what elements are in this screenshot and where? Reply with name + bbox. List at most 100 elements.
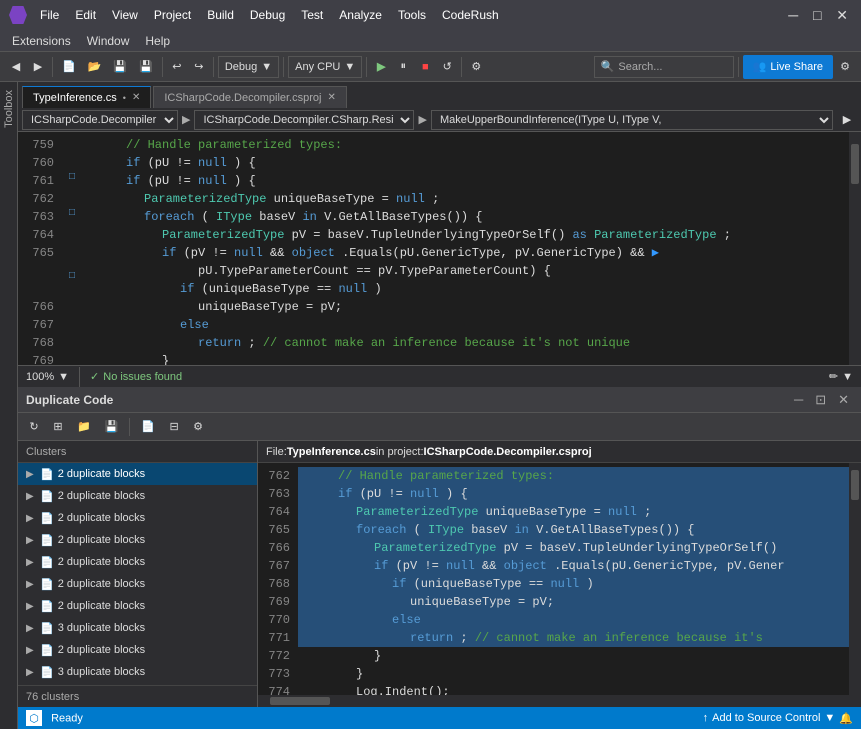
search-box[interactable]: 🔍 Search... xyxy=(594,56,734,78)
add-source-control-label[interactable]: Add to Source Control xyxy=(712,712,820,724)
preview-scrollbar-thumb[interactable] xyxy=(851,470,859,500)
scrollbar-thumb[interactable] xyxy=(851,144,859,184)
preview-scrollbar[interactable] xyxy=(849,463,861,695)
live-share-button[interactable]: 👥 Live Share xyxy=(743,55,833,79)
menu-extensions[interactable]: Extensions xyxy=(4,32,79,50)
cluster-item-1[interactable]: ▶ 📄 2 duplicate blocks xyxy=(18,485,257,507)
clusters-panel: Clusters ▶ 📄 2 duplicate blocks ▶ 📄 xyxy=(18,441,258,707)
new-file-btn[interactable]: 📄 xyxy=(57,56,81,78)
menu-edit[interactable]: Edit xyxy=(67,6,104,24)
tab-typeinference-close[interactable]: ✕ xyxy=(132,92,140,103)
toolbar-sep-1 xyxy=(52,57,53,77)
cluster-item-7[interactable]: ▶ 📄 3 duplicate blocks xyxy=(18,617,257,639)
cluster-item-2[interactable]: ▶ 📄 2 duplicate blocks xyxy=(18,507,257,529)
panel-doc-btn[interactable]: 📄 xyxy=(136,416,160,438)
panel-settings-btn[interactable]: ⚙ xyxy=(188,416,208,438)
maximize-btn[interactable]: □ xyxy=(807,4,827,26)
dropdown-icon: ▼ xyxy=(842,371,853,383)
live-share-icon: 👥 xyxy=(753,60,767,73)
panel-view-btn[interactable]: ⊞ xyxy=(48,416,68,438)
bell-icon: 🔔 xyxy=(839,712,853,725)
debug-mode-dropdown[interactable]: Debug ▼ xyxy=(218,56,279,78)
redo-btn[interactable]: ↪ xyxy=(189,56,209,78)
preview-line-773: } xyxy=(298,665,849,683)
cluster-arrow-3: ▶ xyxy=(26,535,36,546)
cluster-label-0: 2 duplicate blocks xyxy=(58,468,145,480)
preview-hscrollbar-thumb[interactable] xyxy=(270,697,330,705)
cluster-item-8[interactable]: ▶ 📄 2 duplicate blocks xyxy=(18,639,257,661)
menu-debug[interactable]: Debug xyxy=(242,6,293,24)
save-all-btn[interactable]: 💾 xyxy=(134,56,158,78)
cluster-item-6[interactable]: ▶ 📄 2 duplicate blocks xyxy=(18,595,257,617)
menu-coderush[interactable]: CodeRush xyxy=(434,6,507,24)
clusters-list[interactable]: ▶ 📄 2 duplicate blocks ▶ 📄 2 duplicate b… xyxy=(18,463,257,685)
scroll-right-btn[interactable]: ▶ xyxy=(837,109,857,131)
clusters-count: 76 clusters xyxy=(26,691,79,703)
restart-btn[interactable]: ↺ xyxy=(437,56,457,78)
toolbox-label: Toolbox xyxy=(3,90,15,128)
gutter-765 xyxy=(62,244,82,262)
menu-project[interactable]: Project xyxy=(146,6,199,24)
panel-float-btn[interactable]: ⊡ xyxy=(811,390,830,410)
gutter-759 xyxy=(62,136,82,154)
ln-768: 768 xyxy=(18,334,54,352)
menu-view[interactable]: View xyxy=(104,6,146,24)
menu-analyze[interactable]: Analyze xyxy=(331,6,390,24)
pause-btn[interactable]: ⏸ xyxy=(393,56,413,78)
stop-btn[interactable]: ■ xyxy=(415,56,435,78)
namespace-selector[interactable]: ICSharpCode.Decompiler xyxy=(22,110,178,130)
preview-hscrollbar[interactable] xyxy=(258,695,861,707)
panel-refresh-btn[interactable]: ↻ xyxy=(24,416,44,438)
menu-file[interactable]: File xyxy=(32,6,67,24)
settings-btn[interactable]: ⚙ xyxy=(835,56,855,78)
gutter-763: □ xyxy=(62,208,82,226)
menu-help[interactable]: Help xyxy=(137,32,178,50)
toolbar-sep-6 xyxy=(461,57,462,77)
cluster-item-5[interactable]: ▶ 📄 2 duplicate blocks xyxy=(18,573,257,595)
panel-split-btn[interactable]: ⊟ xyxy=(164,416,184,438)
forward-btn[interactable]: ▶ xyxy=(28,56,48,78)
editor-inner: 759 760 761 762 763 764 765 766 767 768 … xyxy=(18,132,861,365)
toolbar-sep-7 xyxy=(738,57,739,77)
pln-771: 771 xyxy=(262,629,290,647)
panel-folder-btn[interactable]: 📁 xyxy=(72,416,96,438)
panel-pin-btn[interactable]: ─ xyxy=(790,390,807,409)
menu-tools[interactable]: Tools xyxy=(390,6,434,24)
back-btn[interactable]: ◀ xyxy=(6,56,26,78)
type-selector[interactable]: ICSharpCode.Decompiler.CSharp.Resi xyxy=(194,110,414,130)
ln-769: 769 xyxy=(18,352,54,365)
cluster-item-4[interactable]: ▶ 📄 2 duplicate blocks xyxy=(18,551,257,573)
editor-scrollbar[interactable] xyxy=(849,132,861,365)
ln-760: 760 xyxy=(18,154,54,172)
zoom-indicator[interactable]: 100% ▼ xyxy=(26,371,69,383)
editor-status-bar: 100% ▼ ✓ No issues found ✏ ▼ xyxy=(18,365,861,387)
platform-dropdown[interactable]: Any CPU ▼ xyxy=(288,56,362,78)
cluster-item-3[interactable]: ▶ 📄 2 duplicate blocks xyxy=(18,529,257,551)
cluster-arrow-2: ▶ xyxy=(26,513,36,524)
line-numbers: 759 760 761 762 763 764 765 766 767 768 … xyxy=(18,132,62,365)
tab-csproj[interactable]: ICSharpCode.Decompiler.csproj ✕ xyxy=(153,86,347,108)
extra-btn1[interactable]: ⚙ xyxy=(466,56,486,78)
undo-btn[interactable]: ↩ xyxy=(167,56,187,78)
menu-window[interactable]: Window xyxy=(79,32,138,50)
menu-build[interactable]: Build xyxy=(199,6,242,24)
cluster-icon-8: 📄 xyxy=(40,644,54,657)
panel-close-btn[interactable]: ✕ xyxy=(834,390,853,410)
cluster-item-0[interactable]: ▶ 📄 2 duplicate blocks xyxy=(18,463,257,485)
method-selector[interactable]: MakeUpperBoundInference(IType U, IType V… xyxy=(431,110,833,130)
save-btn[interactable]: 💾 xyxy=(108,56,132,78)
preview-line-768: if (uniqueBaseType == null ) xyxy=(298,575,849,593)
panel-save-btn[interactable]: 💾 xyxy=(100,416,124,438)
close-btn[interactable]: ✕ xyxy=(831,4,853,26)
minimize-btn[interactable]: ─ xyxy=(783,4,803,26)
tab-csproj-close[interactable]: ✕ xyxy=(327,92,335,103)
no-issues-indicator: ✓ No issues found xyxy=(90,370,182,383)
clusters-label: Clusters xyxy=(26,446,66,458)
open-btn[interactable]: 📂 xyxy=(83,56,107,78)
start-btn[interactable]: ▶ xyxy=(371,56,391,78)
toolbar-sep-3 xyxy=(213,57,214,77)
tab-typeinference[interactable]: TypeInference.cs • ✕ xyxy=(22,86,151,108)
panel-toolbar-sep xyxy=(129,418,130,436)
cluster-item-9[interactable]: ▶ 📄 3 duplicate blocks xyxy=(18,661,257,683)
menu-test[interactable]: Test xyxy=(293,6,331,24)
